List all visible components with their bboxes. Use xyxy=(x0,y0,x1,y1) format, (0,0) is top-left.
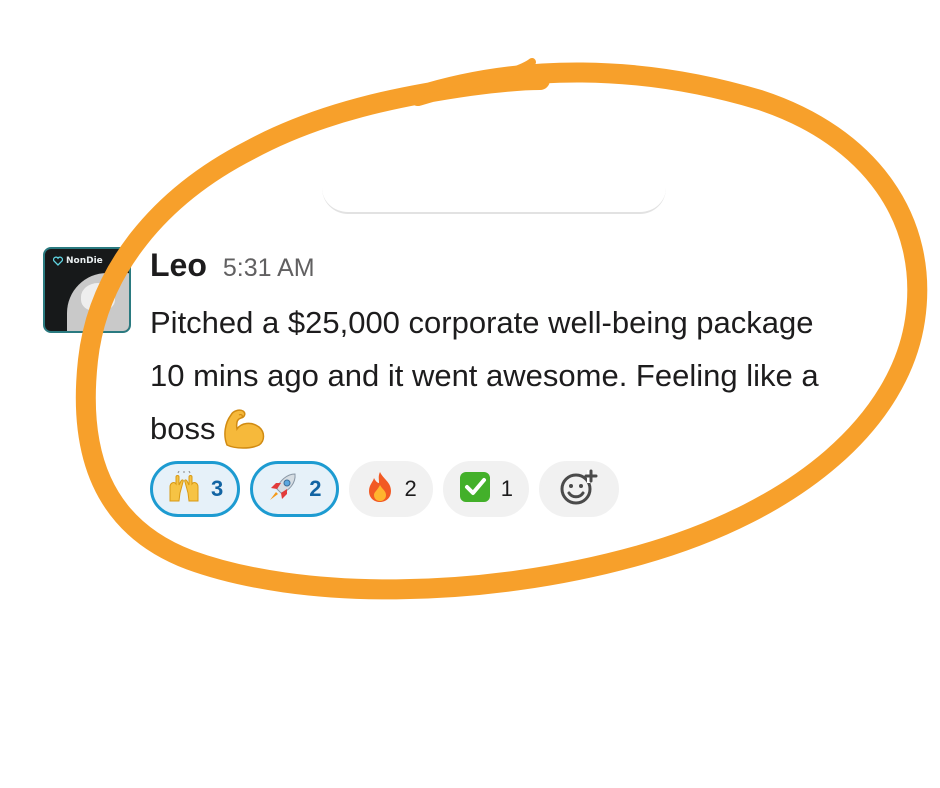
avatar-brand-text: NonDie xyxy=(66,256,103,266)
reaction-count: 1 xyxy=(500,476,513,501)
message-header: Leo 5:31 AM xyxy=(150,247,315,284)
fire-icon xyxy=(365,471,395,508)
check-mark-button-icon xyxy=(459,471,491,508)
rocket-icon xyxy=(267,471,299,508)
author-name[interactable]: Leo xyxy=(150,247,207,284)
avatar[interactable]: NonDie xyxy=(43,247,131,333)
message-body: Pitched a $25,000 corporate well-being p… xyxy=(150,296,910,465)
heart-outline-icon xyxy=(53,256,63,266)
raising-hands-icon xyxy=(167,470,201,508)
message-line-text: boss xyxy=(150,411,216,446)
avatar-brand-logo: NonDie xyxy=(53,256,103,266)
message-line: 10 mins ago and it went awesome. Feeling… xyxy=(150,358,819,393)
add-reaction-button[interactable] xyxy=(539,461,619,517)
slack-message-screenshot: NonDie Leo 5:31 AM Pitched a $25,000 cor… xyxy=(0,0,940,788)
reaction-raising-hands[interactable]: 3 xyxy=(150,461,241,517)
previous-message-card-edge xyxy=(322,150,666,214)
reaction-count: 2 xyxy=(404,476,417,501)
reactions-bar: 3 2 2 1 xyxy=(150,461,619,517)
message-line-last: boss xyxy=(150,402,910,465)
avatar-photo xyxy=(67,273,129,331)
reaction-rocket[interactable]: 2 xyxy=(250,461,339,517)
message-timestamp[interactable]: 5:31 AM xyxy=(223,254,315,283)
flexed-biceps-icon xyxy=(219,405,269,465)
message-line: Pitched a $25,000 corporate well-being p… xyxy=(150,305,814,340)
reaction-check-mark[interactable]: 1 xyxy=(442,461,529,517)
reaction-count: 2 xyxy=(309,476,322,501)
reaction-count: 3 xyxy=(211,476,224,501)
reaction-fire[interactable]: 2 xyxy=(348,461,433,517)
add-reaction-icon xyxy=(559,468,599,511)
